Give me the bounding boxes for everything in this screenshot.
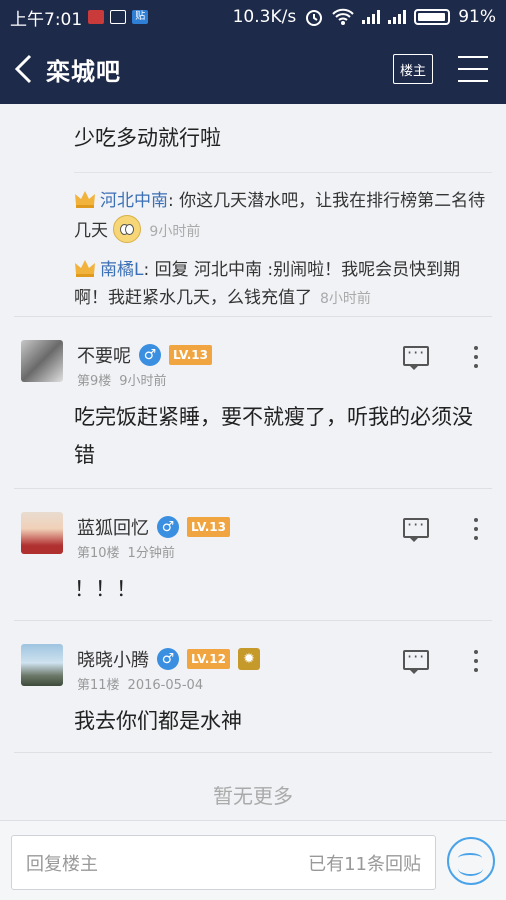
more-options-icon[interactable] — [472, 346, 480, 368]
avatar[interactable] — [21, 644, 63, 686]
post-text: ！！！ — [74, 577, 137, 601]
male-icon: ♂ — [157, 516, 179, 538]
reply-input[interactable]: 回复楼主 已有11条回贴 — [11, 835, 436, 890]
divider — [14, 620, 492, 621]
tieba-notification-icon: 贴 — [132, 10, 149, 24]
level-badge: LV.12 — [187, 649, 230, 669]
status-time: 上午7:01 — [10, 9, 83, 30]
comment-icon[interactable] — [403, 343, 429, 370]
network-speed: 10.3K/s — [232, 7, 297, 27]
thread-content: 少吃多动就行啦 河北中南: 你这几天潜水吧，让我在排行榜第二名待几天 9小时前 … — [0, 104, 506, 820]
avatar[interactable] — [21, 340, 63, 382]
alarm-icon — [306, 10, 323, 26]
male-icon: ♂ — [139, 344, 161, 366]
post-meta: 第9楼 9小时前 — [77, 370, 167, 389]
crown-icon — [75, 191, 95, 208]
username[interactable]: 蓝狐回忆 — [77, 514, 149, 540]
reply-time: 9小时前 — [149, 224, 201, 240]
pleading-face-emoji-icon — [113, 215, 142, 243]
username[interactable]: 不要呢 — [77, 342, 131, 368]
post-author-row: 晓晓小腾 ♂ LV.12 ✹ — [77, 646, 260, 672]
signal-icon — [362, 10, 381, 24]
reply-item[interactable]: 河北中南: 你这几天潜水吧，让我在排行榜第二名待几天 9小时前 — [74, 173, 492, 246]
emoji-picker-icon[interactable] — [447, 837, 495, 885]
signal-icon-2 — [388, 10, 407, 24]
reply-list: 河北中南: 你这几天潜水吧，让我在排行榜第二名待几天 9小时前 南橘L: 回复 … — [74, 172, 492, 313]
divider — [14, 316, 492, 317]
bottom-reply-bar: 回复楼主 已有11条回贴 — [0, 820, 506, 900]
post-author-row: 不要呢 ♂ LV.13 — [77, 342, 212, 368]
username[interactable]: 晓晓小腾 — [77, 646, 149, 672]
post-time: 1分钟前 — [127, 546, 175, 561]
post-text: 吃完饭赶紧睡，要不就瘦了，听我的必须没错 — [74, 405, 473, 467]
page-title: 栾城吧 — [46, 57, 121, 86]
divider — [14, 488, 492, 489]
post-author-row: 蓝狐回忆 ♂ LV.13 — [77, 514, 230, 540]
post-time: 2016-05-04 — [127, 678, 204, 693]
reply-author[interactable]: 河北中南 — [100, 191, 168, 211]
more-options-icon[interactable] — [472, 518, 480, 540]
comment-icon[interactable] — [403, 647, 429, 674]
post-text: 少吃多动就行啦 — [74, 126, 221, 150]
floor-number: 第10楼 — [77, 546, 120, 561]
reply-time: 8小时前 — [320, 291, 371, 307]
post-time: 9小时前 — [119, 374, 167, 389]
male-icon: ♂ — [157, 648, 179, 670]
reply-count: 已有11条回贴 — [308, 853, 421, 875]
post-meta: 第11楼 2016-05-04 — [77, 674, 203, 693]
more-options-icon[interactable] — [472, 650, 480, 672]
back-arrow-icon — [14, 54, 32, 84]
crown-icon — [75, 260, 95, 277]
nav-bar: 栾城吧 楼主 — [0, 34, 506, 104]
battery-level: 91% — [458, 7, 496, 27]
floor-number: 第11楼 — [77, 678, 120, 693]
reply-placeholder: 回复楼主 — [26, 853, 98, 875]
level-badge: LV.13 — [169, 345, 212, 365]
app-notification-icon — [110, 10, 127, 24]
louzhu-only-button[interactable]: 楼主 — [393, 54, 433, 84]
status-bar: 上午7:01 贴 10.3K/s 91% — [0, 0, 506, 34]
post-text: 我去你们都是水神 — [74, 709, 242, 733]
comment-icon[interactable] — [403, 515, 429, 542]
post-meta: 第10楼 1分钟前 — [77, 542, 175, 561]
back-button[interactable] — [0, 34, 46, 104]
medal-icon: ✹ — [238, 648, 260, 670]
avatar[interactable] — [21, 512, 63, 554]
wifi-icon — [332, 8, 354, 25]
calendar-notification-icon — [88, 10, 105, 24]
divider — [14, 752, 492, 753]
battery-icon — [414, 9, 451, 25]
no-more-label: 暂无更多 — [213, 784, 293, 808]
reply-item[interactable]: 南橘L: 回复 河北中南 :别闹啦！我呢会员快到期啊！我赶紧水几天，么钱充值了 8… — [74, 246, 492, 313]
menu-button[interactable] — [458, 56, 488, 82]
floor-number: 第9楼 — [77, 374, 112, 389]
level-badge: LV.13 — [187, 517, 230, 537]
reply-author[interactable]: 南橘L — [100, 260, 143, 280]
